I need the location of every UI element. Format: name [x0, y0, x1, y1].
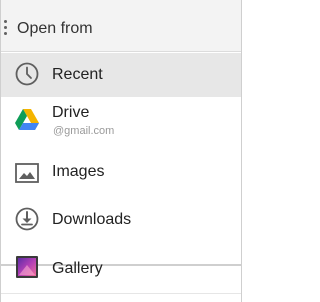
- clock-icon: [15, 62, 39, 91]
- source-item-label: Images: [52, 163, 105, 180]
- account-email: @gmail.com: [53, 125, 115, 137]
- source-item-label: Gallery: [52, 260, 103, 277]
- source-item-recent[interactable]: Recent: [1, 53, 241, 97]
- bottom-divider: [1, 293, 241, 294]
- overflow-menu-icon[interactable]: [4, 20, 7, 36]
- source-item-drive[interactable]: Drive @gmail.com: [1, 97, 241, 146]
- source-item-label: Drive: [52, 104, 90, 121]
- open-from-drawer: Open from Recent Drive @gmail.com Images…: [0, 0, 242, 302]
- source-item-label: Recent: [52, 66, 103, 83]
- drawer-title: Open from: [17, 20, 93, 37]
- source-item-images[interactable]: Images: [1, 149, 241, 195]
- gallery-icon: [15, 255, 39, 284]
- source-item-label: Downloads: [52, 211, 132, 228]
- source-item-gallery[interactable]: Gallery: [1, 250, 241, 292]
- image-icon: [15, 163, 39, 188]
- source-item-downloads[interactable]: Downloads: [1, 197, 241, 243]
- google-drive-icon: [15, 109, 39, 136]
- download-icon: [15, 207, 39, 236]
- drawer-header: Open from: [1, 0, 241, 52]
